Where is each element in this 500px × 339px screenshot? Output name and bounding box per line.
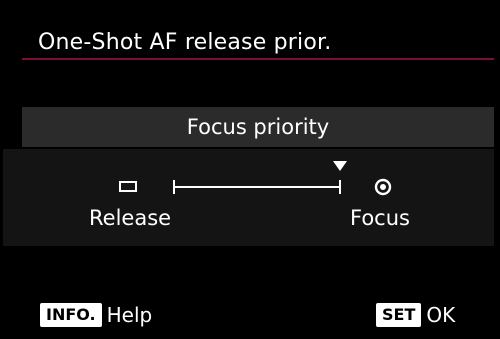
focus-label: Focus [350, 206, 410, 230]
help-label: Help [106, 303, 153, 327]
priority-slider-track[interactable] [173, 186, 341, 188]
menu-title: One-Shot AF release prior. [38, 30, 332, 55]
priority-slider-area[interactable] [3, 149, 494, 246]
release-label: Release [89, 206, 172, 230]
help-button[interactable]: INFO. Help [40, 303, 152, 327]
info-badge: INFO. [40, 303, 102, 327]
ok-label: OK [426, 303, 456, 327]
set-badge: SET [376, 303, 422, 327]
slider-right-tick [339, 180, 341, 194]
title-divider [22, 58, 494, 60]
current-value-label: Focus priority [186, 115, 330, 139]
slider-left-tick [173, 180, 175, 194]
current-value-box: Focus priority [22, 107, 494, 147]
ok-button[interactable]: SET OK [376, 303, 455, 327]
release-rectangle-icon [119, 181, 137, 192]
slider-pointer-icon[interactable] [333, 161, 347, 171]
focus-circle-icon [374, 178, 392, 196]
